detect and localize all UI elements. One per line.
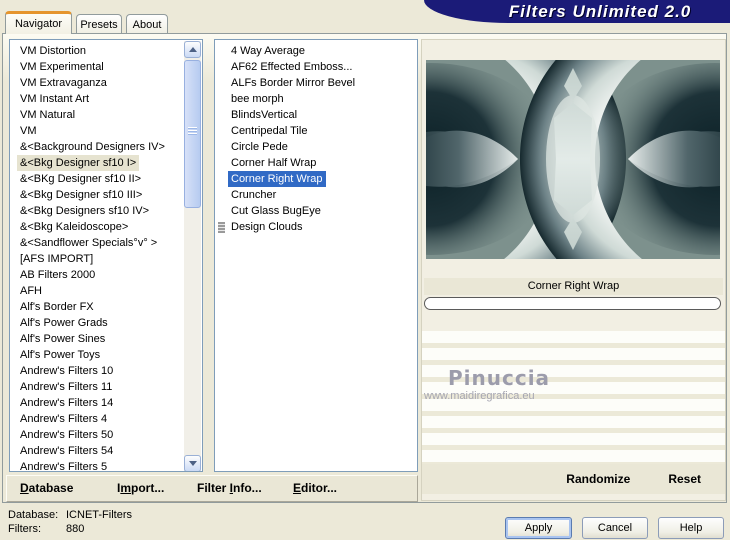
- list-item[interactable]: Andrew's Filters 14: [17, 395, 116, 411]
- list-item[interactable]: AB Filters 2000: [17, 267, 98, 283]
- list-item[interactable]: &<Bkg Kaleidoscope>: [17, 219, 131, 235]
- apply-button[interactable]: Apply: [505, 517, 572, 539]
- selected-filter-name: Corner Right Wrap: [424, 278, 723, 295]
- import-button[interactable]: Import...: [117, 481, 164, 495]
- list-item[interactable]: VM Distortion: [17, 43, 89, 59]
- list-item[interactable]: bee morph: [228, 91, 287, 107]
- tab-presets[interactable]: Presets: [76, 14, 122, 34]
- database-status-label: Database:: [8, 509, 59, 521]
- randomize-button[interactable]: Randomize: [566, 472, 630, 486]
- database-button[interactable]: Database: [20, 481, 73, 495]
- filters-count-label: Filters:: [8, 523, 41, 535]
- list-item[interactable]: Cruncher: [228, 187, 279, 203]
- watermark-name: Pinuccia: [448, 366, 551, 390]
- scrollbar-down-button[interactable]: [184, 455, 201, 471]
- filters-count-value: 880: [66, 523, 85, 535]
- list-item[interactable]: Alf's Power Sines: [17, 331, 108, 347]
- chevron-up-icon: [188, 47, 197, 52]
- list-item[interactable]: Alf's Power Grads: [17, 315, 111, 331]
- scrollbar-up-button[interactable]: [184, 41, 201, 58]
- list-item[interactable]: Circle Pede: [228, 139, 291, 155]
- list-item[interactable]: &<BKg Designer sf10 II>: [17, 171, 144, 187]
- database-status-value: ICNET-Filters: [66, 509, 132, 521]
- list-item[interactable]: VM Natural: [17, 107, 78, 123]
- list-item[interactable]: Centripedal Tile: [228, 123, 310, 139]
- scrollbar-thumb[interactable]: [184, 60, 201, 208]
- list-item[interactable]: AF62 Effected Emboss...: [228, 59, 355, 75]
- reset-button[interactable]: Reset: [668, 472, 701, 486]
- chevron-down-icon: [188, 461, 197, 466]
- list-item[interactable]: ALFs Border Mirror Bevel: [228, 75, 358, 91]
- list-item[interactable]: &<Background Designers IV>: [17, 139, 168, 155]
- tab-about[interactable]: About: [126, 14, 168, 34]
- preview-panel: Corner Right Wrap Pinuccia www.maidiregr…: [421, 39, 726, 501]
- list-item[interactable]: Corner Right Wrap: [228, 171, 326, 187]
- scrollbar[interactable]: [184, 41, 201, 471]
- list-item[interactable]: VM Instant Art: [17, 91, 92, 107]
- bottom-toolbar: Database Import... Filter Info... Editor…: [6, 475, 418, 502]
- cancel-button[interactable]: Cancel: [582, 517, 648, 539]
- list-item[interactable]: &<Bkg Designer sf10 I>: [17, 155, 140, 171]
- list-item[interactable]: Corner Half Wrap: [228, 155, 319, 171]
- list-item[interactable]: VM Experimental: [17, 59, 107, 75]
- window-title: Filters Unlimited 2.0: [424, 0, 730, 23]
- list-item[interactable]: Alf's Border FX: [17, 299, 97, 315]
- list-item[interactable]: &<Sandflower Specials°v° >: [17, 235, 160, 251]
- list-item[interactable]: Andrew's Filters 50: [17, 427, 116, 443]
- list-item[interactable]: [AFS IMPORT]: [17, 251, 96, 267]
- list-item[interactable]: VM Extravaganza: [17, 75, 110, 91]
- filter-list[interactable]: 4 Way Average AF62 Effected Emboss... ALFs…: [214, 39, 418, 472]
- category-list[interactable]: VM Distortion VM Experimental VM Extravaga…: [9, 39, 203, 472]
- list-item[interactable]: Alf's Power Toys: [17, 347, 103, 363]
- watermark-url: www.maidiregrafica.eu: [424, 390, 535, 402]
- list-item[interactable]: Andrew's Filters 4: [17, 411, 110, 427]
- list-item[interactable]: BlindsVertical: [228, 107, 300, 123]
- list-item[interactable]: Cut Glass BugEye: [228, 203, 324, 219]
- list-item[interactable]: Andrew's Filters 11: [17, 379, 115, 395]
- tab-navigator[interactable]: Navigator: [5, 11, 72, 34]
- list-item[interactable]: AFH: [17, 283, 45, 299]
- list-item[interactable]: VM: [17, 123, 40, 139]
- list-item[interactable]: Design Clouds: [218, 219, 306, 235]
- control-slider[interactable]: [424, 297, 721, 310]
- preview-toolbar: Randomize Reset: [422, 464, 725, 494]
- list-item[interactable]: Andrew's Filters 10: [17, 363, 116, 379]
- preview-image: [426, 60, 720, 259]
- list-item[interactable]: Andrew's Filters 54: [17, 443, 116, 459]
- list-item[interactable]: &<Bkg Designer sf10 III>: [17, 187, 145, 203]
- list-item[interactable]: &<Bkg Designers sf10 IV>: [17, 203, 152, 219]
- filter-info-button[interactable]: Filter Info...: [197, 481, 262, 495]
- help-button[interactable]: Help: [658, 517, 724, 539]
- editor-button[interactable]: Editor...: [293, 481, 337, 495]
- list-item[interactable]: 4 Way Average: [228, 43, 308, 59]
- navigator-tab-page: VM Distortion VM Experimental VM Extravaga…: [2, 33, 727, 503]
- list-item[interactable]: Andrew's Filters 5: [17, 459, 110, 471]
